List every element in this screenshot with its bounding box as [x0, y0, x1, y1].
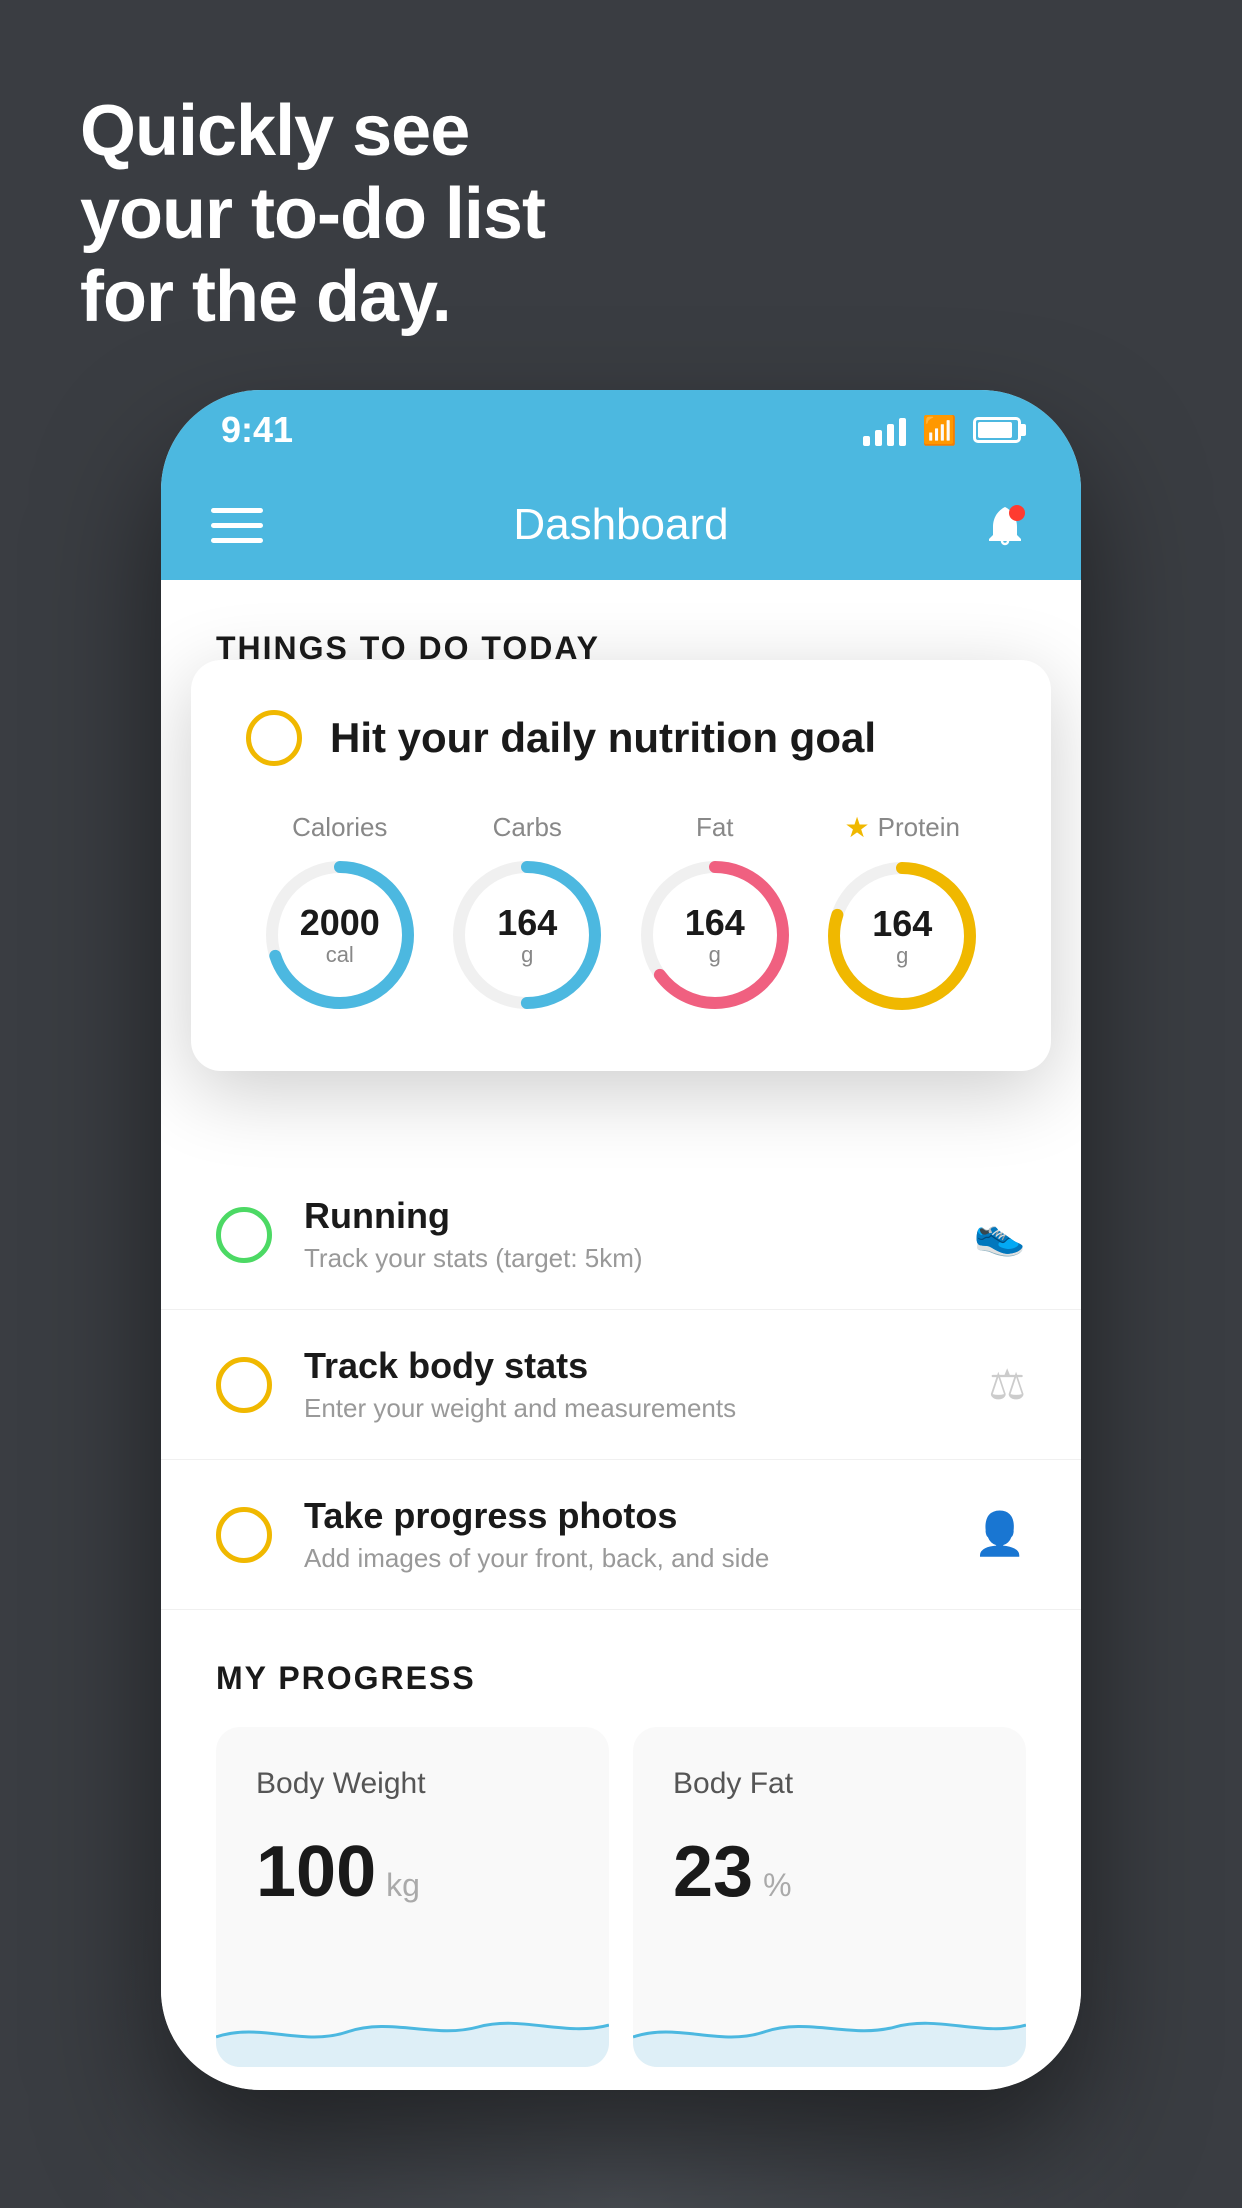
todo-subtitle: Track your stats (target: 5km)	[304, 1243, 974, 1274]
progress-unit: %	[763, 1867, 791, 1904]
todo-text: Take progress photos Add images of your …	[304, 1495, 974, 1574]
todo-title: Running	[304, 1195, 974, 1237]
progress-value-row: 100 kg	[256, 1831, 569, 1913]
todo-subtitle: Add images of your front, back, and side	[304, 1543, 974, 1574]
phone-content: THINGS TO DO TODAY Hit your daily nutrit…	[161, 580, 1081, 2090]
hamburger-line	[211, 508, 263, 513]
todo-action-icon: 👟	[974, 1210, 1026, 1259]
todo-circle	[216, 1507, 272, 1563]
status-time: 9:41	[221, 409, 293, 451]
signal-icon	[863, 414, 906, 446]
todo-action-icon: 👤	[974, 1510, 1026, 1559]
macro-item: Carbs 164 g	[447, 812, 607, 1015]
macros-row: Calories 2000 cal Carbs 164 g Fat 164 g …	[246, 811, 996, 1016]
todo-action-icon: ⚖	[988, 1360, 1026, 1409]
macro-label: Carbs	[493, 812, 562, 843]
todo-subtitle: Enter your weight and measurements	[304, 1393, 988, 1424]
progress-card[interactable]: Body Weight 100 kg	[216, 1727, 609, 2067]
floating-card: Hit your daily nutrition goal Calories 2…	[191, 660, 1051, 1071]
macro-circle: 164 g	[822, 856, 982, 1016]
macro-circle: 2000 cal	[260, 855, 420, 1015]
phone-container: 9:41 📶 Dashboard	[161, 390, 1081, 2090]
progress-value: 100	[256, 1831, 376, 1913]
todo-text: Running Track your stats (target: 5km)	[304, 1195, 974, 1274]
hamburger-menu[interactable]	[211, 508, 263, 543]
wifi-icon: 📶	[922, 414, 957, 447]
macro-circle: 164 g	[447, 855, 607, 1015]
progress-cards: Body Weight 100 kg Body Fat 23 %	[161, 1727, 1081, 2067]
mini-chart	[633, 1967, 1026, 2067]
macro-circle: 164 g	[635, 855, 795, 1015]
macro-item: Fat 164 g	[635, 812, 795, 1015]
macro-item: ★Protein 164 g	[822, 811, 982, 1016]
progress-section: MY PROGRESS Body Weight 100 kg Body Fat …	[161, 1630, 1081, 2067]
macro-label: Calories	[292, 812, 387, 843]
nav-bar: Dashboard	[161, 470, 1081, 580]
bell-icon[interactable]	[979, 499, 1031, 551]
progress-value: 23	[673, 1831, 753, 1913]
todo-circle	[216, 1207, 272, 1263]
battery-icon	[973, 417, 1021, 443]
progress-card[interactable]: Body Fat 23 %	[633, 1727, 1026, 2067]
phone-shell: 9:41 📶 Dashboard	[161, 390, 1081, 2090]
nav-title: Dashboard	[513, 500, 728, 550]
hamburger-line	[211, 523, 263, 528]
todo-item-body-stats[interactable]: Track body stats Enter your weight and m…	[161, 1310, 1081, 1460]
star-icon: ★	[845, 811, 870, 844]
progress-value-row: 23 %	[673, 1831, 986, 1913]
card-title: Hit your daily nutrition goal	[330, 714, 876, 762]
todo-title: Take progress photos	[304, 1495, 974, 1537]
macro-label: ★Protein	[845, 811, 961, 844]
todo-text: Track body stats Enter your weight and m…	[304, 1345, 988, 1424]
todo-title: Track body stats	[304, 1345, 988, 1387]
progress-unit: kg	[386, 1867, 420, 1904]
hamburger-line	[211, 538, 263, 543]
status-icons: 📶	[863, 414, 1021, 447]
card-title-row: Hit your daily nutrition goal	[246, 710, 996, 766]
progress-card-title: Body Weight	[256, 1767, 569, 1801]
status-bar: 9:41 📶	[161, 390, 1081, 470]
todo-circle	[216, 1357, 272, 1413]
macro-item: Calories 2000 cal	[260, 812, 420, 1015]
todo-item-running[interactable]: Running Track your stats (target: 5km) 👟	[161, 1160, 1081, 1310]
todo-list: Running Track your stats (target: 5km) 👟…	[161, 1160, 1081, 1610]
task-circle[interactable]	[246, 710, 302, 766]
progress-card-title: Body Fat	[673, 1767, 986, 1801]
macro-label: Fat	[696, 812, 734, 843]
progress-header: MY PROGRESS	[161, 1630, 1081, 1727]
todo-item-photos[interactable]: Take progress photos Add images of your …	[161, 1460, 1081, 1610]
hero-text: Quickly see your to-do list for the day.	[80, 90, 545, 338]
mini-chart	[216, 1967, 609, 2067]
